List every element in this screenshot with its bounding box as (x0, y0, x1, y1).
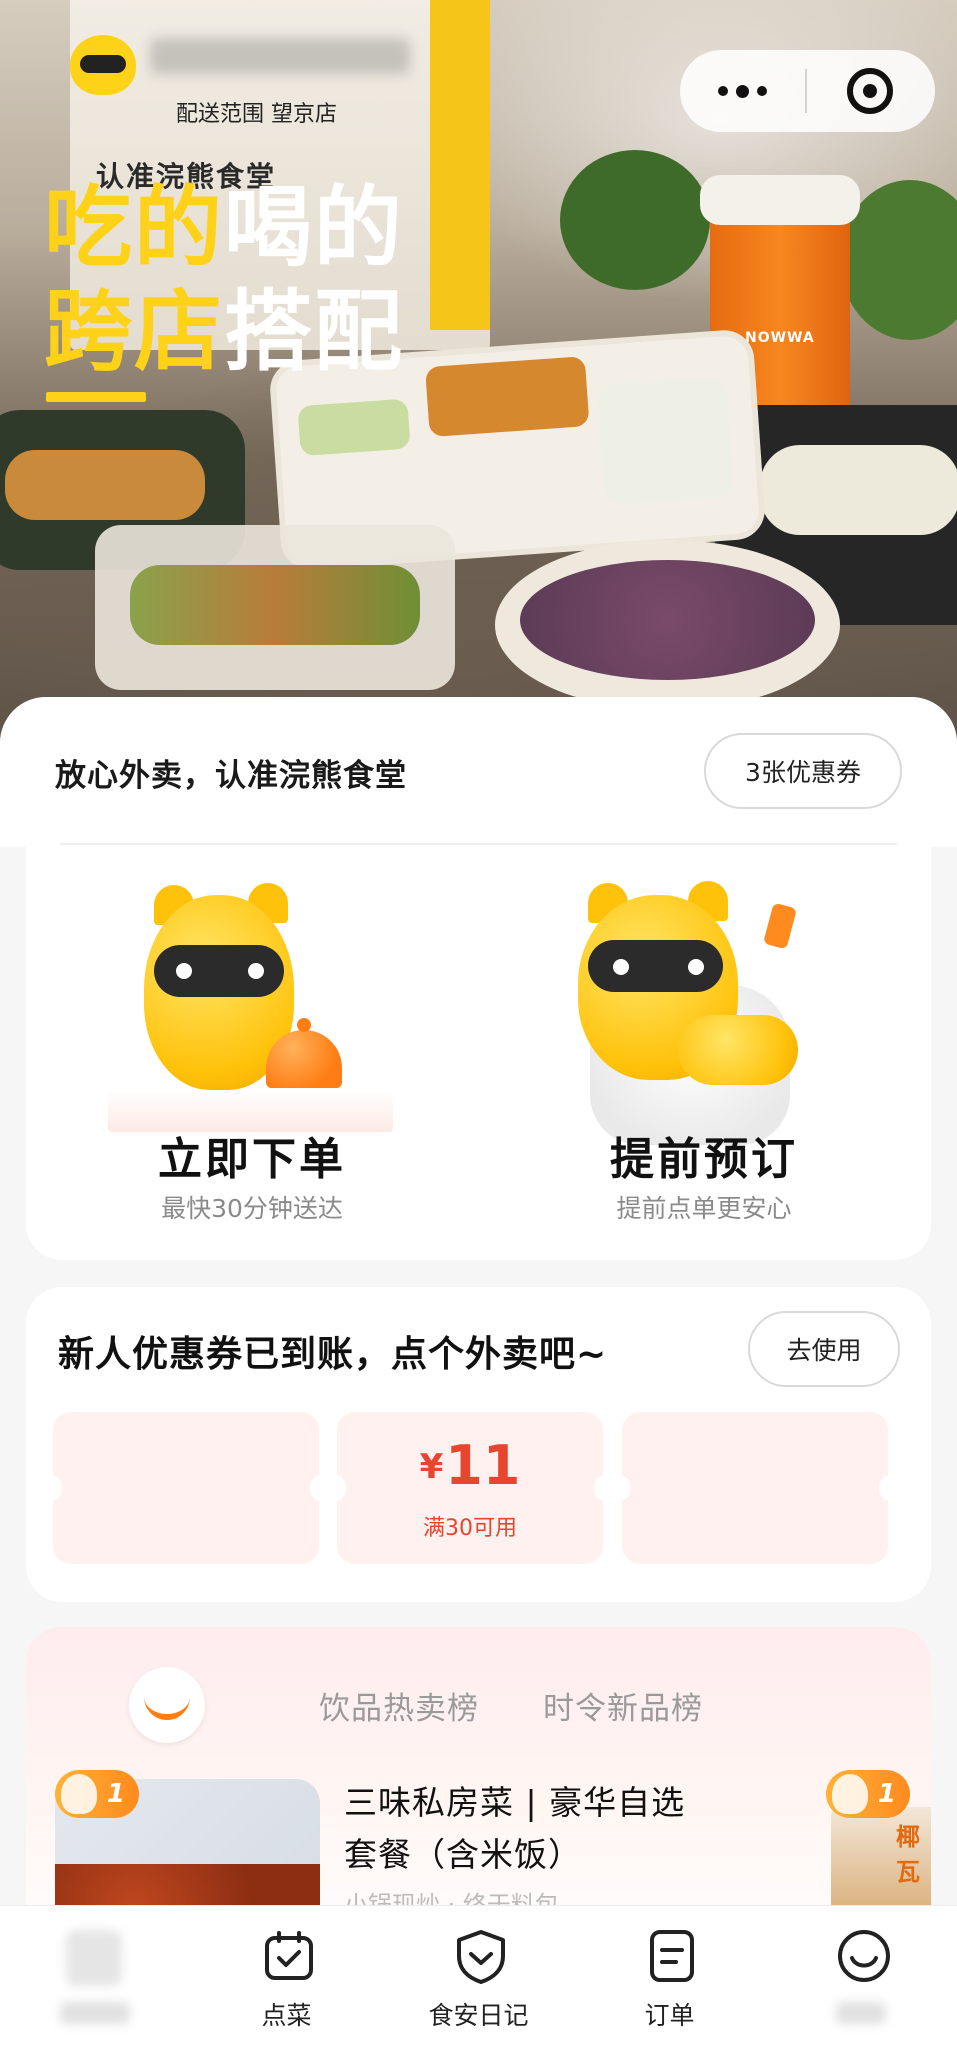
coupon-placeholder (613, 1412, 897, 1564)
tab-orders-label: 订单 (644, 2001, 695, 2030)
coupon-count-button[interactable]: 3张优惠券 (704, 733, 902, 809)
order-now-option[interactable]: 立即下单 最快30分钟送达 (26, 845, 478, 1260)
order-now-subtitle: 最快30分钟送达 (161, 1194, 343, 1223)
coupon-amount: ¥11 (419, 1434, 521, 1497)
main-sheet: 放心外卖，认准浣熊食堂 3张优惠券 立即下单 最快30分钟送达 提前预订 提前点… (0, 697, 957, 2048)
bag-stripe (430, 0, 490, 330)
shield-check-icon (457, 1930, 505, 1984)
rice-bowl-image (495, 540, 840, 710)
store-name-blurred (150, 38, 410, 74)
tab-home[interactable] (0, 1906, 191, 2048)
tab-food-safety-diary[interactable]: 食安日记 (383, 1906, 574, 2048)
fox-icon (61, 1774, 97, 1814)
bottom-tab-bar: 点菜 食安日记 订单 (0, 1905, 957, 2048)
plant-decoration (560, 150, 710, 290)
next-product-brand: 椰瓦 (896, 1823, 920, 1886)
hero-banner[interactable]: 认准浣熊食堂 NOWWA 吃的喝的 跨店搭配 配送范围 望京店 (0, 0, 957, 760)
tab-order-food-label: 点菜 (261, 2001, 312, 2030)
coupon-ticket[interactable]: ¥11 满30可用 (328, 1412, 612, 1564)
ranking-logo-icon[interactable] (129, 1667, 205, 1743)
pre-order-option[interactable]: 提前预订 提前点单更安心 (478, 845, 930, 1260)
headline-underline (46, 392, 146, 402)
hero-headline: 吃的喝的 跨店搭配 (44, 176, 405, 383)
tab-order-food[interactable]: 点菜 (191, 1906, 382, 2048)
slogan: 放心外卖，认准浣熊食堂 (55, 758, 407, 794)
sheet-header: 放心外卖，认准浣熊食堂 3张优惠券 (0, 697, 957, 847)
rank-badge: 1 (826, 1770, 910, 1818)
order-food-icon (265, 1931, 313, 1980)
coupon-condition: 满30可用 (423, 1516, 517, 1541)
order-now-title: 立即下单 (158, 1134, 346, 1185)
tab-orders[interactable]: 订单 (574, 1906, 765, 2048)
tab-food-safety-diary-label: 食安日记 (428, 2001, 529, 2030)
tab-profile[interactable] (766, 1906, 957, 2048)
pre-order-title: 提前预订 (610, 1134, 798, 1185)
product-name[interactable]: 三味私房菜 | 豪华自选套餐（含米饭） (344, 1777, 704, 1881)
coupon-placeholder (44, 1412, 328, 1564)
tab-drinks-hot[interactable]: 饮品热卖榜 (319, 1683, 479, 1728)
newcomer-title: 新人优惠券已到账，点个外卖吧~ (58, 1334, 608, 1375)
drink-cup-lid (700, 175, 860, 225)
home-icon (66, 1930, 122, 1986)
close-target-icon[interactable] (807, 50, 932, 132)
raccoon-phone-icon (478, 845, 930, 1145)
tab-profile-label-blurred (836, 2002, 886, 2024)
tab-seasonal-new[interactable]: 时令新品榜 (543, 1683, 703, 1728)
delivery-range[interactable]: 配送范围 望京店 (176, 96, 337, 128)
food-tray-image (95, 525, 455, 690)
order-list-icon (650, 1930, 694, 1982)
raccoon-serving-icon (26, 845, 478, 1145)
pre-order-subtitle: 提前点单更安心 (616, 1194, 792, 1223)
rank-badge: 1 (55, 1770, 139, 1818)
cup-brand-label: NOWWA (745, 330, 815, 346)
profile-icon (838, 1930, 890, 1982)
mini-program-capsule (680, 50, 935, 132)
use-coupon-button[interactable]: 去使用 (748, 1311, 900, 1387)
raccoon-logo-icon (70, 35, 136, 95)
fox-icon (832, 1774, 868, 1814)
tab-home-label-blurred (60, 2002, 130, 2024)
newcomer-coupon-card: 新人优惠券已到账，点个外卖吧~ 去使用 ¥11 满30可用 (26, 1287, 931, 1602)
order-options-card: 立即下单 最快30分钟送达 提前预订 提前点单更安心 (26, 845, 931, 1260)
more-dots-icon[interactable] (680, 50, 805, 132)
